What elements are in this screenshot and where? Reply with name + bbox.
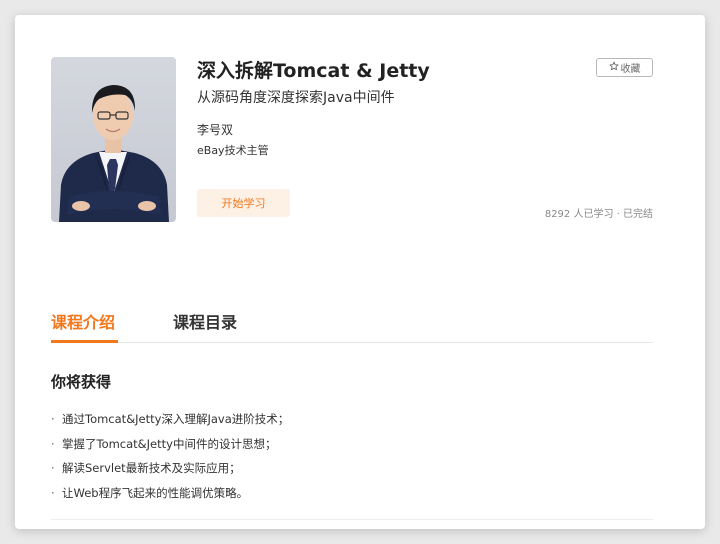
list-item: · 让Web程序飞起来的性能调优策略。 [51, 485, 249, 500]
course-page: 深入拆解Tomcat & Jetty 从源码角度深度探索Java中间件 李号双 … [15, 15, 705, 529]
divider [51, 519, 653, 520]
star-outline-icon [609, 61, 619, 74]
tab-course-catalog[interactable]: 课程目录 [173, 309, 237, 333]
list-item: · 通过Tomcat&Jetty深入理解Java进阶技术； [51, 412, 290, 426]
course-subtitle: 从源码角度深度探索Java中间件 [197, 90, 395, 106]
tab-bar: 课程介绍 课程目录 [51, 305, 653, 343]
author-name: 李号双 [197, 123, 234, 137]
list-item: · 解读Servlet最新技术及实际应用； [51, 461, 241, 475]
author-role: eBay技术主管 [197, 144, 269, 157]
tab-course-intro[interactable]: 课程介绍 [51, 309, 115, 333]
course-title: 深入拆解Tomcat & Jetty [197, 60, 430, 82]
list-item: · 掌握了Tomcat&Jetty中间件的设计思想； [51, 436, 277, 451]
author-photo [51, 57, 176, 222]
active-tab-indicator [51, 340, 118, 343]
learner-stats: 8292 人已学习 · 已完结 [544, 209, 653, 220]
section-heading: 你将获得 [51, 373, 112, 391]
favorite-button[interactable]: 收藏 [596, 58, 653, 77]
gain-list: · 通过Tomcat&Jetty深入理解Java进阶技术； · 掌握了Tomcat&… [51, 411, 289, 509]
favorite-label: 收藏 [620, 64, 641, 75]
start-learning-button[interactable]: 开始学习 [197, 189, 290, 217]
